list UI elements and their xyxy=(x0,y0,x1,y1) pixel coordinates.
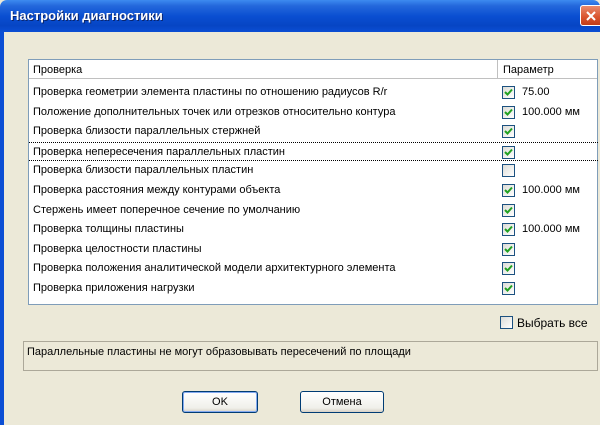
description-box: Параллельные пластины не могут образовыв… xyxy=(23,341,598,371)
check-name: Стержень имеет поперечное сечение по умо… xyxy=(33,203,301,216)
check-icon xyxy=(504,148,513,156)
param-value[interactable]: 100.000 мм xyxy=(522,184,580,196)
row-checkbox[interactable] xyxy=(502,145,515,159)
title-bar[interactable]: Настройки диагностики xyxy=(0,0,600,32)
grid-header: Проверка Параметр xyxy=(29,60,597,79)
select-all-box[interactable] xyxy=(500,316,513,329)
table-row[interactable]: Проверка толщины пластины 100.000 мм xyxy=(29,220,598,239)
table-row[interactable]: Проверка близости параллельных пластин xyxy=(29,161,598,180)
window-frame xyxy=(0,32,4,425)
check-name: Проверка непересечения параллельных плас… xyxy=(33,145,285,158)
check-icon xyxy=(504,128,513,136)
table-row[interactable]: Проверка непересечения параллельных плас… xyxy=(29,141,598,161)
check-name: Проверка расстояния между контурами объе… xyxy=(33,184,281,196)
check-icon xyxy=(504,226,513,234)
column-header-check[interactable]: Проверка xyxy=(29,60,498,79)
check-icon xyxy=(504,245,513,253)
check-name: Проверка геометрии элемента пластины по … xyxy=(33,86,388,98)
ok-button[interactable]: OK xyxy=(182,391,258,413)
diagnostics-grid[interactable]: Проверка Параметр Проверка геометрии эле… xyxy=(28,59,598,305)
check-icon xyxy=(504,108,513,116)
window-title: Настройки диагностики xyxy=(10,8,163,23)
check-name: Проверка близости параллельных стержней xyxy=(33,125,261,138)
check-icon xyxy=(504,265,513,273)
close-button[interactable] xyxy=(580,5,600,26)
check-name: Проверка приложения нагрузки xyxy=(33,282,195,294)
param-value[interactable]: 100.000 мм xyxy=(522,106,580,118)
table-row[interactable]: Проверка расстояния между контурами объе… xyxy=(29,181,598,200)
close-icon xyxy=(585,10,596,21)
check-name: Проверка положения аналитической модели … xyxy=(33,262,396,275)
row-checkbox[interactable] xyxy=(502,223,515,237)
table-row[interactable]: Проверка целостности пластины xyxy=(29,240,598,259)
row-checkbox[interactable] xyxy=(502,184,515,197)
table-row[interactable]: Проверка приложения нагрузки xyxy=(29,279,598,298)
select-all-label: Выбрать все xyxy=(517,316,588,330)
check-name: Проверка целостности пластины xyxy=(33,242,202,255)
row-checkbox[interactable] xyxy=(502,262,515,276)
check-name: Проверка толщины пластины xyxy=(33,223,184,236)
row-checkbox[interactable] xyxy=(502,125,515,139)
row-checkbox[interactable] xyxy=(502,242,515,256)
table-row[interactable]: Положение дополнительных точек или отрез… xyxy=(29,103,598,122)
row-checkbox[interactable] xyxy=(502,86,515,99)
table-row[interactable]: Стержень имеет поперечное сечение по умо… xyxy=(29,201,598,220)
row-checkbox[interactable] xyxy=(502,164,515,178)
table-row[interactable]: Проверка геометрии элемента пластины по … xyxy=(29,83,598,102)
table-row[interactable]: Проверка близости параллельных стержней xyxy=(29,122,598,141)
check-name: Положение дополнительных точек или отрез… xyxy=(33,105,396,118)
column-header-param[interactable]: Параметр xyxy=(499,60,598,79)
cancel-button[interactable]: Отмена xyxy=(300,391,384,413)
row-checkbox[interactable] xyxy=(502,203,515,217)
check-icon xyxy=(504,88,513,96)
check-icon xyxy=(504,284,513,292)
check-icon xyxy=(504,186,513,194)
param-value[interactable]: 100.000 мм xyxy=(522,223,580,235)
row-checkbox[interactable] xyxy=(502,105,515,119)
table-row[interactable]: Проверка положения аналитической модели … xyxy=(29,259,598,278)
check-icon xyxy=(504,206,513,214)
row-checkbox[interactable] xyxy=(502,282,515,295)
param-value[interactable]: 75.00 xyxy=(522,86,550,98)
check-name: Проверка близости параллельных пластин xyxy=(33,164,254,177)
